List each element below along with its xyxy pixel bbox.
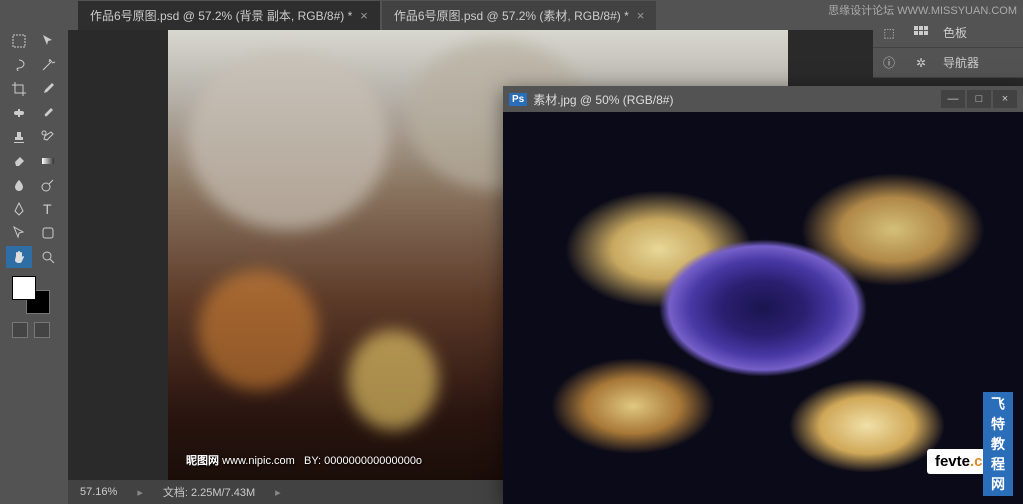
move-tool[interactable] — [35, 30, 61, 52]
quickmask-toggle[interactable] — [12, 322, 28, 338]
stamp-tool[interactable] — [6, 126, 32, 148]
path-select-tool[interactable] — [6, 222, 32, 244]
foreground-color-swatch[interactable] — [12, 276, 36, 300]
zoom-level[interactable]: 57.16% — [80, 486, 117, 498]
tab-doc1[interactable]: 作品6号原图.psd @ 57.2% (背景 副本, RGB/8#) * × — [78, 1, 380, 30]
info-icon[interactable]: ⓘ — [873, 54, 905, 71]
toolbox: T — [0, 0, 68, 504]
history-brush-tool[interactable] — [35, 126, 61, 148]
close-icon[interactable]: × — [360, 8, 368, 23]
minimize-button[interactable]: — — [941, 90, 965, 108]
right-panel: ⬚ 色板 ⓘ ✲ 导航器 — [873, 18, 1023, 78]
artwork-credit: 昵图网 www.nipic.com BY: 000000000000000o — [186, 452, 422, 468]
cube-icon[interactable]: ⬚ — [873, 26, 905, 40]
doc-size-value: 2.25M/7.43M — [191, 487, 255, 499]
marquee-tool[interactable] — [6, 30, 32, 52]
pen-tool[interactable] — [6, 198, 32, 220]
blur-tool[interactable] — [6, 174, 32, 196]
navigator-icon[interactable]: ✲ — [905, 56, 937, 70]
color-swatches[interactable] — [6, 276, 62, 316]
tab-doc2-label: 作品6号原图.psd @ 57.2% (素材, RGB/8#) * — [394, 7, 629, 24]
dodge-tool[interactable] — [35, 174, 61, 196]
svg-text:T: T — [43, 201, 52, 217]
window-title: 素材.jpg @ 50% (RGB/8#) — [533, 91, 673, 108]
doc-size-label: 文档: — [163, 487, 188, 499]
gradient-tool[interactable] — [35, 150, 61, 172]
screenmode-toggle[interactable] — [34, 322, 50, 338]
floating-document-window[interactable]: Ps 素材.jpg @ 50% (RGB/8#) — □ × — [503, 86, 1023, 504]
watermark-text: 思缘设计论坛 WWW.MISSYUAN.COM — [822, 0, 1023, 20]
close-icon[interactable]: × — [637, 8, 645, 23]
panel-navigator-label[interactable]: 导航器 — [943, 54, 979, 71]
eyedropper-tool[interactable] — [35, 78, 61, 100]
brush-tool[interactable] — [35, 102, 61, 124]
lasso-tool[interactable] — [6, 54, 32, 76]
window-titlebar[interactable]: Ps 素材.jpg @ 50% (RGB/8#) — □ × — [503, 86, 1023, 112]
hand-tool[interactable] — [6, 246, 32, 268]
type-tool[interactable]: T — [35, 198, 61, 220]
tab-doc1-label: 作品6号原图.psd @ 57.2% (背景 副本, RGB/8#) * — [90, 7, 352, 24]
close-button[interactable]: × — [993, 90, 1017, 108]
zoom-tool[interactable] — [35, 246, 61, 268]
eraser-tool[interactable] — [6, 150, 32, 172]
maximize-button[interactable]: □ — [967, 90, 991, 108]
tab-doc2[interactable]: 作品6号原图.psd @ 57.2% (素材, RGB/8#) * × — [382, 1, 657, 30]
swatch-grid-icon[interactable] — [905, 26, 937, 40]
healing-tool[interactable] — [6, 102, 32, 124]
ps-icon: Ps — [509, 93, 527, 106]
wand-tool[interactable] — [35, 54, 61, 76]
crop-tool[interactable] — [6, 78, 32, 100]
nebula-image[interactable] — [503, 112, 1023, 504]
panel-swatches-label[interactable]: 色板 — [943, 24, 967, 41]
shape-tool[interactable] — [35, 222, 61, 244]
